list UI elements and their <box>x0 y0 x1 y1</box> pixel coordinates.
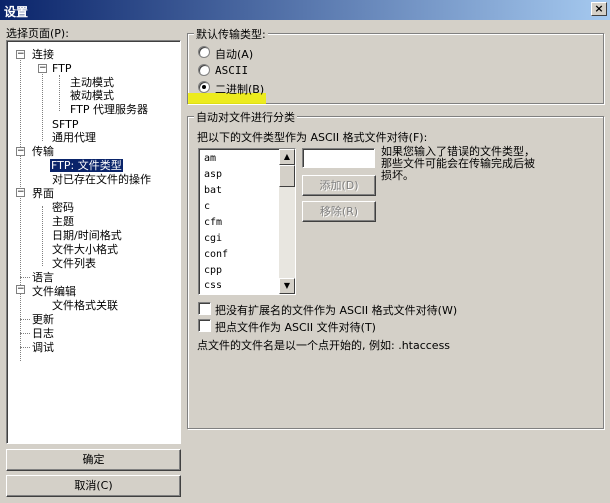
extension-list[interactable]: am asp bat c cfm cgi conf cpp css ▲ ▼ <box>198 148 296 295</box>
select-page-label: 选择页面(P): <box>6 27 69 40</box>
ascii-types-label: 把以下的文件类型作为 ASCII 格式文件对待(F): <box>197 131 428 144</box>
collapse-icon[interactable]: − <box>16 50 25 59</box>
ok-button[interactable]: 确定 <box>6 449 181 471</box>
list-item[interactable]: cgi <box>204 233 222 244</box>
checkbox-dotfiles-label[interactable]: 把点文件作为 ASCII 文件对待(T) <box>215 319 376 335</box>
tree-item-themes[interactable]: 主题 <box>52 215 74 228</box>
tree-line <box>20 347 30 348</box>
list-item[interactable]: bat <box>204 185 222 196</box>
radio-binary-label[interactable]: 二进制(B) <box>215 81 264 97</box>
radio-auto-label[interactable]: 自动(A) <box>215 46 253 62</box>
collapse-icon[interactable]: − <box>38 64 47 73</box>
tree-item-file-exists[interactable]: 对已存在文件的操作 <box>52 173 151 186</box>
tree-item-passwords[interactable]: 密码 <box>52 201 74 214</box>
tree-item-transfers[interactable]: 传输 <box>32 145 54 158</box>
scroll-down-icon[interactable]: ▼ <box>279 278 295 294</box>
page-tree[interactable]: − − − − − 连接 FTP 主动模式 被动模式 FTP 代理服务器 SFT… <box>6 40 181 444</box>
tree-item-file-lists[interactable]: 文件列表 <box>52 257 96 270</box>
tree-item-connection[interactable]: 连接 <box>32 48 54 61</box>
tree-item-logging[interactable]: 日志 <box>32 327 54 340</box>
tree-item-updates[interactable]: 更新 <box>32 313 54 326</box>
tree-item-generic-proxy[interactable]: 通用代理 <box>52 131 96 144</box>
list-item[interactable]: c <box>204 201 210 212</box>
tree-item-active-mode[interactable]: 主动模式 <box>70 76 114 89</box>
tree-item-ftp[interactable]: FTP <box>52 62 72 75</box>
tree-line <box>42 71 43 141</box>
collapse-icon[interactable]: − <box>16 147 25 156</box>
remove-button[interactable]: 移除(R) <box>302 201 376 222</box>
tree-item-ftp-file-types[interactable]: FTP: 文件类型 <box>50 159 123 172</box>
tree-line <box>20 55 21 361</box>
checkbox-no-extension-label[interactable]: 把没有扩展名的文件作为 ASCII 格式文件对待(W) <box>215 302 457 318</box>
tree-line <box>20 277 30 278</box>
close-icon[interactable]: × <box>591 2 607 16</box>
collapse-icon[interactable]: − <box>16 188 25 197</box>
scroll-thumb[interactable] <box>279 165 295 187</box>
radio-ascii-label[interactable]: ASCII <box>215 64 248 77</box>
tree-line <box>59 75 60 111</box>
window-title: 设置 <box>4 5 29 19</box>
list-item[interactable]: cpp <box>204 265 222 276</box>
tree-item-language[interactable]: 语言 <box>32 271 54 284</box>
list-item[interactable]: am <box>204 153 216 164</box>
radio-ascii[interactable] <box>198 64 210 76</box>
list-item[interactable]: asp <box>204 169 222 180</box>
default-transfer-type-title: 默认传输类型: <box>194 26 268 42</box>
tree-item-filetype-associations[interactable]: 文件格式关联 <box>52 299 118 312</box>
list-item[interactable]: conf <box>204 249 228 260</box>
collapse-icon[interactable]: − <box>16 285 25 294</box>
radio-binary[interactable] <box>198 81 210 93</box>
tree-line <box>20 333 30 334</box>
hint-text: 如果您输入了错误的文件类型，那些文件可能会在传输完成后被损坏。 <box>381 145 535 182</box>
tree-item-datetime-format[interactable]: 日期/时间格式 <box>52 229 122 242</box>
tree-item-debug[interactable]: 调试 <box>32 341 54 354</box>
auto-classify-title: 自动对文件进行分类 <box>194 109 297 125</box>
tree-item-ftp-proxy[interactable]: FTP 代理服务器 <box>70 103 148 116</box>
cancel-button[interactable]: 取消(C) <box>6 475 181 497</box>
radio-auto[interactable] <box>198 46 210 58</box>
add-button[interactable]: 添加(D) <box>302 175 376 196</box>
scroll-up-icon[interactable]: ▲ <box>279 149 295 165</box>
extension-input[interactable] <box>302 148 375 168</box>
tree-item-passive-mode[interactable]: 被动模式 <box>70 89 114 102</box>
tree-item-interface[interactable]: 界面 <box>32 187 54 200</box>
list-item[interactable]: cfm <box>204 217 222 228</box>
dotfile-note: 点文件的文件名是以一个点开始的, 例如: .htaccess <box>197 339 451 352</box>
list-item[interactable]: css <box>204 280 222 291</box>
tree-item-sftp[interactable]: SFTP <box>52 118 78 131</box>
checkbox-no-extension[interactable] <box>198 302 211 315</box>
tree-item-file-editing[interactable]: 文件编辑 <box>32 285 76 298</box>
tree-item-filesize-format[interactable]: 文件大小格式 <box>52 243 118 256</box>
title-bar: 设置 × <box>0 0 610 20</box>
tree-line <box>20 319 30 320</box>
tree-line <box>42 206 43 266</box>
checkbox-dotfiles[interactable] <box>198 319 211 332</box>
